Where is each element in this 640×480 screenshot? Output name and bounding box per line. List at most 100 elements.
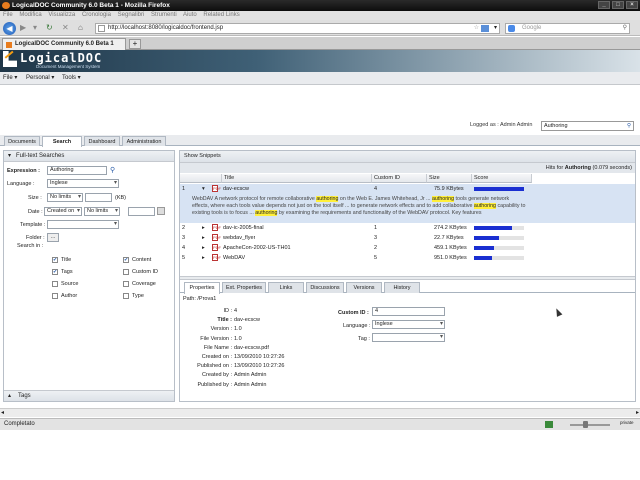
tab-links[interactable]: Links <box>268 282 304 293</box>
result-title[interactable]: webdav_flyer <box>223 233 255 243</box>
new-tab-button[interactable]: + <box>129 39 141 49</box>
zoom-slider[interactable] <box>570 424 610 426</box>
app-menu-tools[interactable]: Tools ▾ <box>62 72 81 85</box>
size-input[interactable] <box>85 193 112 202</box>
tab-history[interactable]: History <box>384 282 420 293</box>
menu-file[interactable]: File <box>3 12 13 18</box>
result-custom-id: 4 <box>374 186 378 192</box>
table-row[interactable]: 4 ▸ PDF ApacheCon-2002-US-TH01 2 459.1 KBytes <box>180 243 635 253</box>
pdf-icon: PDF <box>212 185 221 192</box>
menu-segnalibri[interactable]: Segnalibri <box>118 12 145 18</box>
expand-arrow-icon[interactable]: ▸ <box>202 243 205 253</box>
show-snippets-button[interactable]: Show Snippets <box>184 153 221 159</box>
property-label: Created by : <box>202 372 232 379</box>
result-title[interactable]: ApacheCon-2002-US-TH01 <box>223 243 291 253</box>
menu-visualizza[interactable]: Visualizza <box>48 12 75 18</box>
checkbox-source[interactable] <box>52 281 58 287</box>
zoom-knob[interactable] <box>583 421 588 428</box>
app-menu-personal[interactable]: Personal ▾ <box>26 72 54 85</box>
expression-input[interactable]: Authoring <box>47 166 107 175</box>
minimize-button[interactable]: _ <box>598 1 610 9</box>
col-header-title[interactable]: Title <box>222 174 372 183</box>
result-title[interactable]: dav-ecscw <box>223 184 249 194</box>
scroll-left-icon[interactable]: ◂ <box>1 409 4 416</box>
folder-picker-button[interactable]: ... <box>47 233 59 242</box>
calendar-icon[interactable] <box>157 207 165 215</box>
size-operator-select[interactable]: No limits <box>47 193 83 202</box>
checkbox-author[interactable] <box>52 293 58 299</box>
language-prop-select[interactable]: Inglese <box>372 320 445 329</box>
result-size: 75.9 KBytes <box>434 186 464 192</box>
tab-search[interactable]: Search <box>42 136 82 147</box>
date-operator-select[interactable]: No limits <box>84 207 120 216</box>
checkbox-title[interactable]: ✔ <box>52 257 58 263</box>
table-row[interactable]: 3 ▸ PDF webdav_flyer 3 22.7 KBytes <box>180 233 635 243</box>
url-input[interactable]: http://localhost:8080/logicaldoc/fronten… <box>95 23 500 34</box>
horizontal-scrollbar[interactable]: ◂ ▸ <box>0 408 640 417</box>
checkbox-content[interactable]: ✔ <box>123 257 129 263</box>
reload-icon[interactable]: ↻ <box>46 20 53 36</box>
tab-discussions[interactable]: Discussions <box>306 282 344 293</box>
search-icon[interactable]: ⚲ <box>627 122 631 130</box>
tab-dashboard[interactable]: Dashboard <box>84 136 120 146</box>
home-icon[interactable]: ⌂ <box>78 20 83 36</box>
close-window-button[interactable]: × <box>626 1 638 9</box>
browser-tab[interactable]: LogicalDOC Community 6.0 Beta 1 <box>2 38 126 50</box>
property-value: 1.0 <box>234 335 242 342</box>
expand-icon[interactable]: ▴ <box>8 391 11 402</box>
scroll-right-icon[interactable]: ▸ <box>636 409 639 416</box>
score-bar <box>474 246 494 250</box>
date-input[interactable] <box>128 207 155 216</box>
tab-properties[interactable]: Properties <box>184 282 220 294</box>
panel-splitter[interactable] <box>180 276 635 280</box>
forward-arrow-icon[interactable]: ▶ <box>20 20 26 36</box>
language-select[interactable]: Inglese <box>47 179 119 188</box>
bookmark-star-icon[interactable]: ☆ <box>474 24 479 33</box>
menu-aiuto[interactable]: Aiuto <box>183 12 197 18</box>
history-dropdown-icon[interactable]: ▾ <box>33 20 37 36</box>
table-row[interactable]: 5 ▸ PDF WebDAV 5 951.0 KBytes <box>180 253 635 263</box>
date-field-select[interactable]: Created on <box>44 207 82 216</box>
col-header-size[interactable]: Size <box>427 174 472 183</box>
table-row[interactable]: 2 ▸ PDF dav-ic-2005-final 1 274.2 KBytes <box>180 223 635 233</box>
fulltext-search-header[interactable]: ▾ Full-text Searches <box>4 151 174 162</box>
maximize-button[interactable]: □ <box>612 1 624 9</box>
collapse-icon[interactable]: ▾ <box>8 151 11 162</box>
menu-cronologia[interactable]: Cronologia <box>82 12 111 18</box>
menu-strumenti[interactable]: Strumenti <box>151 12 177 18</box>
menu-modifica[interactable]: Modifica <box>19 12 41 18</box>
checkbox-type[interactable] <box>123 293 129 299</box>
web-search-input[interactable]: Google ⚲ <box>505 23 630 34</box>
col-header-custom-id[interactable]: Custom ID <box>372 174 427 183</box>
magnifier-icon[interactable]: ⚲ <box>623 24 627 33</box>
result-title[interactable]: dav-ic-2005-final <box>223 223 264 233</box>
checkbox-coverage[interactable] <box>123 281 129 287</box>
checkbox-tags[interactable]: ✔ <box>52 269 58 275</box>
tab-administration[interactable]: Administration <box>122 136 166 146</box>
tags-section-header[interactable]: ▴ Tags <box>4 390 174 401</box>
expand-arrow-icon[interactable]: ▸ <box>202 233 205 243</box>
url-dropdown-icon[interactable]: ▾ <box>494 24 497 33</box>
checkbox-custom-id[interactable] <box>123 269 129 275</box>
tab-ext-properties[interactable]: Ext. Properties <box>222 282 266 293</box>
snippet-text: on the Web E. James Whitehead, Jr ... <box>338 196 432 202</box>
snippet-text: WebDAV A network protocol for remote col… <box>192 196 317 202</box>
expand-arrow-icon[interactable]: ▸ <box>202 223 205 233</box>
app-menu-file[interactable]: File ▾ <box>3 72 17 85</box>
quick-search-input[interactable]: Authoring ⚲ <box>541 121 634 131</box>
search-run-icon[interactable]: ⚲ <box>110 166 115 174</box>
menu-related-links[interactable]: Related Links <box>203 12 239 18</box>
template-select[interactable] <box>47 220 119 229</box>
custom-id-input[interactable]: 4 <box>372 307 445 316</box>
result-title[interactable]: WebDAV <box>223 253 245 263</box>
checkbox-label: Content <box>132 257 152 263</box>
tab-documents[interactable]: Documents <box>4 136 40 146</box>
expand-arrow-icon[interactable]: ▸ <box>202 253 205 263</box>
expand-arrow-icon[interactable]: ▾ <box>202 184 205 194</box>
tab-versions[interactable]: Versions <box>346 282 382 293</box>
tag-select[interactable] <box>372 333 445 342</box>
stop-icon[interactable]: ✕ <box>62 20 69 36</box>
back-arrow-icon[interactable]: ◀ <box>3 22 16 35</box>
result-size: 274.2 KBytes <box>434 225 467 231</box>
col-header-score[interactable]: Score <box>472 174 532 183</box>
